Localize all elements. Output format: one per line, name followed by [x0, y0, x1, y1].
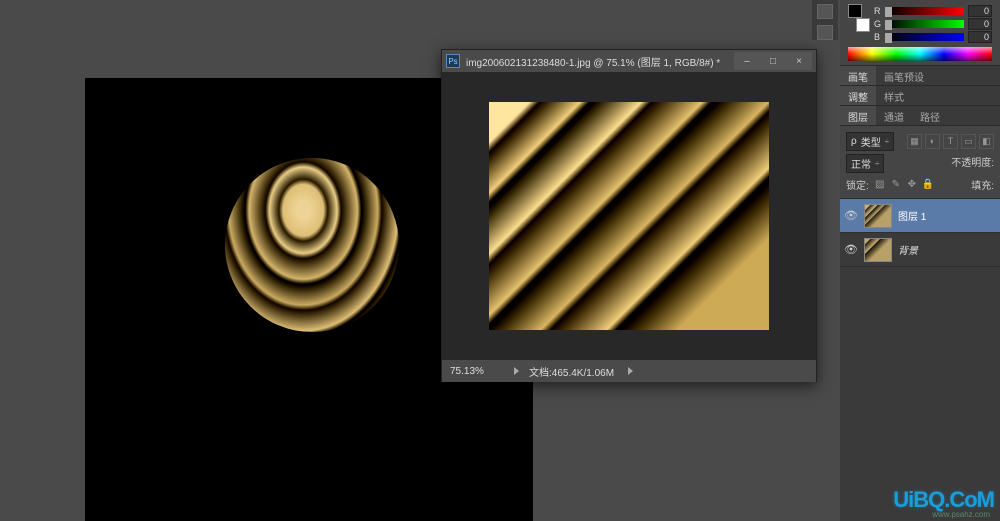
lock-position-icon[interactable]: ✥	[905, 178, 919, 192]
info-menu-icon[interactable]	[628, 367, 633, 375]
close-button[interactable]: ×	[786, 52, 812, 70]
g-label: G	[874, 19, 884, 29]
tab-styles[interactable]: 样式	[876, 86, 912, 105]
layers-tabs: 图层 通道 路径	[840, 106, 1000, 126]
collapsed-dock	[812, 0, 838, 40]
r-label: R	[874, 6, 884, 16]
layer-name[interactable]: 图层 1	[898, 208, 996, 223]
filter-shape-icon[interactable]: ▭	[961, 134, 976, 149]
layers-list: 👁 图层 1 👁 背景	[840, 199, 1000, 521]
document-info: 文档:465.4K/1.06M	[529, 364, 614, 379]
tab-brush-presets[interactable]: 画笔预设	[876, 66, 932, 85]
tab-paths[interactable]: 路径	[912, 106, 948, 125]
color-spectrum[interactable]	[848, 47, 992, 61]
filter-type-icon[interactable]: T	[943, 134, 958, 149]
right-panel-group: R 0 G 0 B 0 画笔 画笔预设 调整 样式 图层 通道 路径	[840, 0, 1000, 521]
r-slider[interactable]	[888, 7, 964, 15]
document-titlebar[interactable]: Ps img200602131238480-1.jpg @ 75.1% (图层 …	[442, 50, 816, 72]
watermark-sub: www.psahz.com	[932, 510, 990, 519]
blend-mode-value: 正常	[851, 156, 871, 171]
minimize-button[interactable]: –	[734, 52, 760, 70]
zoom-percentage[interactable]: 75.13%	[450, 366, 500, 377]
layer-row[interactable]: 👁 图层 1	[840, 199, 1000, 233]
brush-tabs: 画笔 画笔预设	[840, 66, 1000, 86]
g-value[interactable]: 0	[968, 18, 992, 30]
kind-label: 类型	[861, 134, 881, 149]
color-panel: R 0 G 0 B 0	[840, 0, 1000, 66]
fill-label: 填充:	[971, 177, 994, 192]
layers-panel: ρ 类型 ÷ ▦ ◐ T ▭ ◧ 正常 ÷ 不透明度:	[840, 126, 1000, 521]
document-statusbar: 75.13% 文档:465.4K/1.06M	[442, 360, 816, 382]
layer-row[interactable]: 👁 背景	[840, 233, 1000, 267]
document-window: Ps img200602131238480-1.jpg @ 75.1% (图层 …	[441, 49, 817, 382]
visibility-eye-icon[interactable]: 👁	[844, 209, 858, 222]
adjust-tabs: 调整 样式	[840, 86, 1000, 106]
zoom-menu-icon[interactable]	[514, 367, 519, 375]
document-body[interactable]	[442, 72, 816, 360]
opacity-label: 不透明度:	[951, 154, 994, 173]
blend-mode-dropdown[interactable]: 正常 ÷	[846, 154, 884, 173]
photoshop-icon: Ps	[446, 54, 460, 68]
lock-pixels-icon[interactable]: ✎	[889, 178, 903, 192]
dock-icon-1[interactable]	[817, 4, 833, 19]
layer-name[interactable]: 背景	[898, 242, 996, 257]
b-label: B	[874, 32, 884, 42]
layer-filter-kind[interactable]: ρ 类型 ÷	[846, 132, 894, 151]
filter-adjust-icon[interactable]: ◐	[925, 134, 940, 149]
foreground-swatch[interactable]	[848, 4, 862, 18]
fg-bg-swatch[interactable]	[848, 4, 870, 32]
background-swatch[interactable]	[856, 18, 870, 32]
maximize-button[interactable]: □	[760, 52, 786, 70]
document-title: img200602131238480-1.jpg @ 75.1% (图层 1, …	[466, 54, 734, 69]
tab-brush[interactable]: 画笔	[840, 66, 876, 85]
layer-thumbnail[interactable]	[864, 204, 892, 228]
cracked-earth-image	[489, 102, 769, 330]
circle-texture-image	[225, 158, 399, 332]
lock-all-icon[interactable]: 🔒	[921, 178, 935, 192]
g-slider[interactable]	[888, 20, 964, 28]
tab-layers[interactable]: 图层	[840, 106, 876, 125]
visibility-eye-icon[interactable]: 👁	[844, 243, 858, 256]
tab-channels[interactable]: 通道	[876, 106, 912, 125]
dock-icon-2[interactable]	[817, 25, 833, 40]
filter-smart-icon[interactable]: ◧	[979, 134, 994, 149]
b-slider[interactable]	[888, 33, 964, 41]
filter-pixel-icon[interactable]: ▦	[907, 134, 922, 149]
lock-label: 锁定:	[846, 177, 869, 192]
tab-adjustments[interactable]: 调整	[840, 86, 876, 105]
layer-thumbnail[interactable]	[864, 238, 892, 262]
b-value[interactable]: 0	[968, 31, 992, 43]
lock-transparency-icon[interactable]: ▨	[873, 178, 887, 192]
r-value[interactable]: 0	[968, 5, 992, 17]
